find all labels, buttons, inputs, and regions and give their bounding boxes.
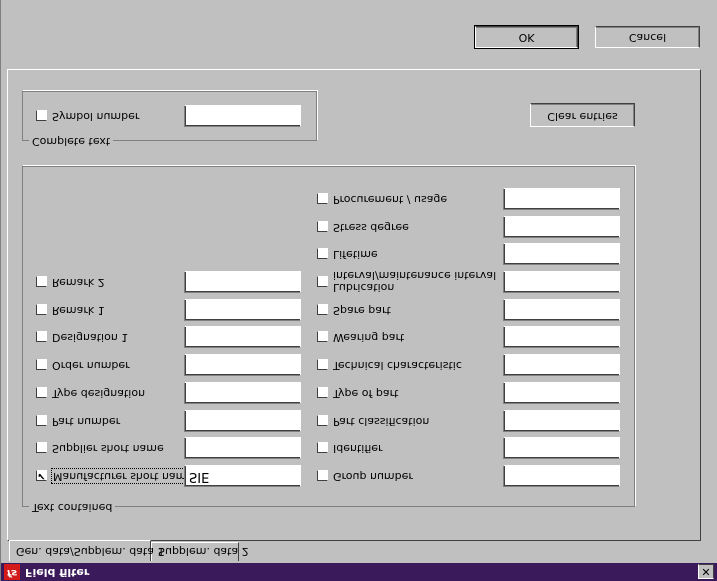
field-checkbox[interactable]: [317, 248, 328, 260]
title-bar[interactable]: fs Field filter ✕: [1, 563, 717, 581]
field-checkbox[interactable]: [36, 386, 47, 398]
field-checkbox[interactable]: [317, 193, 328, 204]
field-checkbox[interactable]: [317, 470, 328, 481]
field-label: Supplier short name: [52, 442, 164, 456]
field-label: Order number: [52, 359, 130, 373]
field-input[interactable]: [184, 409, 301, 432]
field-checkbox[interactable]: [36, 442, 47, 454]
field-label: Group number: [333, 470, 413, 483]
field-input[interactable]: [184, 271, 301, 294]
field-input[interactable]: [503, 326, 620, 349]
app-icon: fs: [4, 564, 20, 580]
field-input[interactable]: [503, 243, 620, 266]
field-input[interactable]: [184, 381, 301, 404]
field-checkbox[interactable]: [317, 414, 328, 426]
symbol-number-label: Symbol number: [52, 110, 140, 123]
field-input[interactable]: [503, 381, 620, 404]
cancel-button[interactable]: Cancel: [595, 26, 700, 48]
field-input[interactable]: SIE: [184, 465, 301, 487]
field-checkbox[interactable]: [36, 359, 47, 371]
field-input[interactable]: [184, 298, 301, 321]
field-checkbox[interactable]: [317, 276, 328, 288]
field-input[interactable]: [503, 354, 620, 377]
field-checkbox[interactable]: [36, 414, 47, 426]
complete-text-label: Complete text: [29, 135, 114, 148]
symbol-number-checkbox[interactable]: [36, 110, 47, 121]
field-label: Identifier: [333, 442, 383, 456]
field-checkbox[interactable]: [317, 386, 328, 398]
field-label: Stress degree: [333, 220, 409, 234]
field-checkbox[interactable]: [36, 303, 47, 315]
tab-supplem-data-2-label: Supplem. data 2: [158, 545, 249, 558]
field-label: Remark 1: [52, 303, 105, 317]
field-label: Part classification: [333, 414, 430, 428]
field-label: Manufacturer short name: [50, 468, 196, 484]
field-label: Type designation: [52, 386, 146, 400]
field-checkbox-checked[interactable]: ✔: [36, 470, 47, 481]
field-label: Part number: [52, 414, 121, 428]
close-button[interactable]: ✕: [698, 564, 714, 579]
ok-button[interactable]: OK: [474, 25, 579, 49]
field-checkbox[interactable]: [317, 442, 328, 454]
field-input[interactable]: [503, 188, 620, 210]
field-filter-window: fs Field filter ✕ Gen. data/Supplem. dat…: [0, 0, 717, 581]
field-label: Procurement / usage: [333, 193, 448, 206]
field-input[interactable]: [503, 298, 620, 321]
field-label: Technical characteristic: [333, 359, 462, 373]
tab-gen-data-label: Gen. data/Supplem. data 1: [16, 545, 165, 558]
field-label: Designation 1: [52, 331, 129, 345]
field-input[interactable]: [503, 215, 620, 238]
field-input[interactable]: [503, 271, 620, 294]
field-label: Lifetime: [333, 248, 378, 262]
field-label: Lubrication: [333, 281, 395, 295]
field-label: Spare part: [333, 303, 391, 317]
field-input[interactable]: [503, 409, 620, 432]
field-checkbox[interactable]: [317, 331, 328, 343]
symbol-number-field[interactable]: [184, 105, 301, 127]
field-label: Wearing part: [333, 331, 405, 345]
field-label: interval/maintenance interval: [333, 269, 497, 283]
field-checkbox[interactable]: [317, 303, 328, 315]
field-checkbox[interactable]: [36, 276, 47, 288]
field-checkbox[interactable]: [36, 331, 47, 343]
text-contained-label: Text contained: [29, 501, 116, 514]
field-input[interactable]: [503, 437, 620, 460]
field-input[interactable]: [184, 437, 301, 460]
clear-entries-button[interactable]: Clear entries: [530, 103, 635, 127]
field-checkbox[interactable]: [317, 220, 328, 232]
field-input[interactable]: [503, 465, 620, 487]
field-label: Remark 2: [52, 276, 105, 290]
field-label: Type of part: [333, 386, 399, 400]
window-title: Field filter: [25, 566, 90, 579]
field-input[interactable]: [184, 354, 301, 377]
field-checkbox[interactable]: [317, 359, 328, 371]
tab-gen-data[interactable]: Gen. data/Supplem. data 1: [9, 540, 164, 561]
field-input[interactable]: [184, 326, 301, 349]
